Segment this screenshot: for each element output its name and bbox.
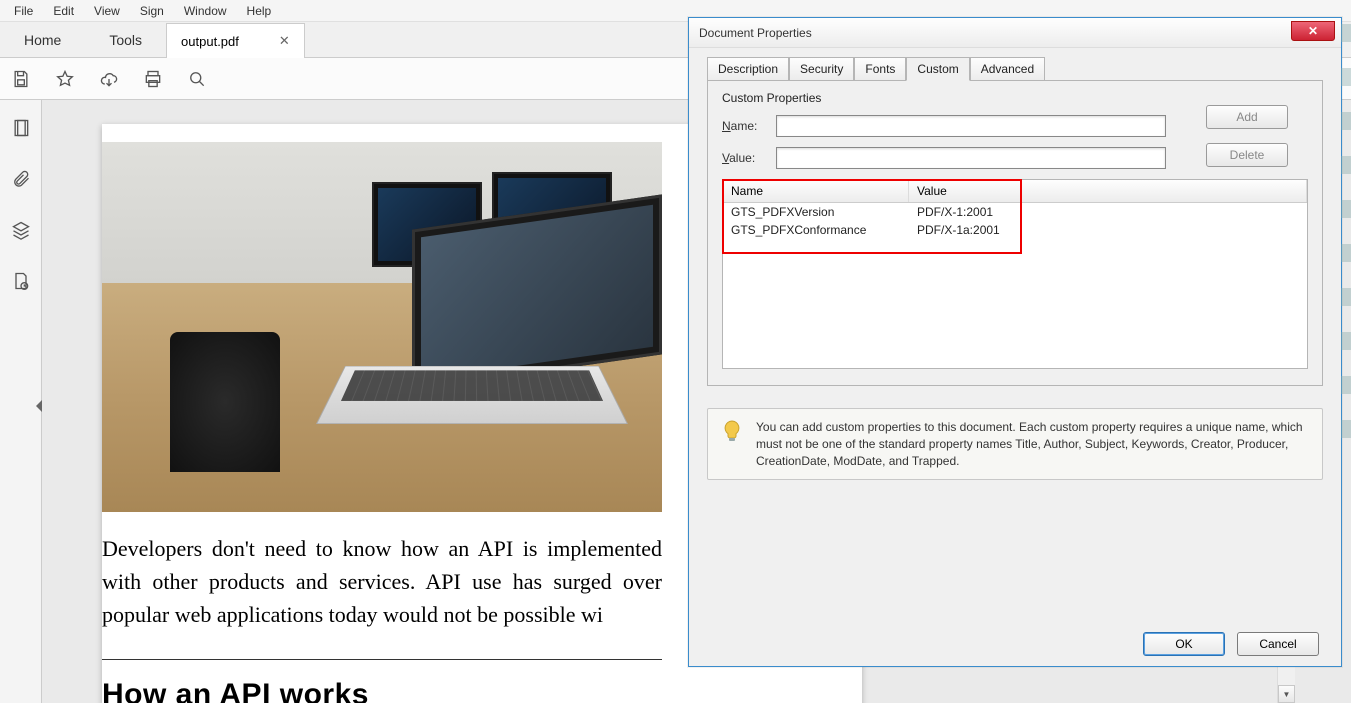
- tab-advanced[interactable]: Advanced: [970, 57, 1045, 81]
- collapse-sidebar-icon[interactable]: [36, 400, 42, 412]
- cloud-icon[interactable]: [98, 68, 120, 90]
- thumbnails-icon[interactable]: [11, 118, 31, 141]
- delete-button[interactable]: Delete: [1206, 143, 1288, 167]
- ok-button[interactable]: OK: [1143, 632, 1225, 656]
- info-text: You can add custom properties to this do…: [756, 419, 1310, 469]
- table-row[interactable]: GTS_PDFXConformance PDF/X-1a:2001: [723, 221, 1307, 239]
- menu-window[interactable]: Window: [174, 2, 237, 20]
- menu-edit[interactable]: Edit: [43, 2, 84, 20]
- group-label: Custom Properties: [722, 91, 1308, 105]
- scroll-down-icon[interactable]: ▼: [1278, 685, 1295, 703]
- cell-value: PDF/X-1:2001: [909, 203, 1307, 221]
- lightbulb-icon: [720, 419, 744, 443]
- custom-properties-pane: Custom Properties Name: Value: Add Delet…: [707, 80, 1323, 386]
- divider: [102, 659, 662, 660]
- attachment-icon[interactable]: [11, 169, 31, 192]
- name-input[interactable]: [776, 115, 1166, 137]
- tab-custom[interactable]: Custom: [906, 57, 969, 81]
- value-input[interactable]: [776, 147, 1166, 169]
- cell-value: PDF/X-1a:2001: [909, 221, 1307, 239]
- add-button[interactable]: Add: [1206, 105, 1288, 129]
- cell-name: GTS_PDFXVersion: [723, 203, 909, 221]
- right-edge-strip: [1341, 18, 1351, 698]
- dialog-close-button[interactable]: ✕: [1291, 21, 1335, 41]
- dialog-titlebar[interactable]: Document Properties ✕: [689, 18, 1341, 48]
- col-header-value[interactable]: Value: [909, 180, 1307, 202]
- article-image: [102, 142, 662, 512]
- cell-name: GTS_PDFXConformance: [723, 221, 909, 239]
- menu-file[interactable]: File: [4, 2, 43, 20]
- dialog-footer: OK Cancel: [1143, 632, 1319, 656]
- menu-help[interactable]: Help: [237, 2, 282, 20]
- dialog-tabs: Description Security Fonts Custom Advanc…: [689, 48, 1341, 80]
- col-header-name[interactable]: Name: [723, 180, 909, 202]
- layers-icon[interactable]: [11, 220, 31, 243]
- close-tab-icon[interactable]: ✕: [279, 33, 290, 49]
- bookmark-readonly-icon[interactable]: [11, 271, 31, 294]
- save-icon[interactable]: [10, 68, 32, 90]
- menu-sign[interactable]: Sign: [130, 2, 174, 20]
- value-label: Value:: [722, 151, 768, 165]
- search-icon[interactable]: [186, 68, 208, 90]
- info-box: You can add custom properties to this do…: [707, 408, 1323, 480]
- table-row[interactable]: GTS_PDFXVersion PDF/X-1:2001: [723, 203, 1307, 221]
- print-icon[interactable]: [142, 68, 164, 90]
- custom-properties-table[interactable]: Name Value GTS_PDFXVersion PDF/X-1:2001 …: [722, 179, 1308, 369]
- dialog-title: Document Properties: [699, 26, 1291, 40]
- cancel-button[interactable]: Cancel: [1237, 632, 1319, 656]
- star-icon[interactable]: [54, 68, 76, 90]
- document-tab[interactable]: output.pdf ✕: [166, 23, 305, 58]
- tab-home[interactable]: Home: [0, 22, 85, 57]
- tab-description[interactable]: Description: [707, 57, 789, 81]
- name-label: Name:: [722, 119, 768, 133]
- tab-tools[interactable]: Tools: [85, 22, 166, 57]
- menu-view[interactable]: View: [84, 2, 130, 20]
- article-heading: How an API works: [102, 678, 862, 703]
- tab-security[interactable]: Security: [789, 57, 854, 81]
- document-properties-dialog: Document Properties ✕ Description Securi…: [688, 17, 1342, 667]
- tab-fonts[interactable]: Fonts: [854, 57, 906, 81]
- left-sidebar: [0, 100, 42, 703]
- document-tab-title: output.pdf: [181, 34, 239, 49]
- article-paragraph: Developers don't need to know how an API…: [102, 532, 662, 647]
